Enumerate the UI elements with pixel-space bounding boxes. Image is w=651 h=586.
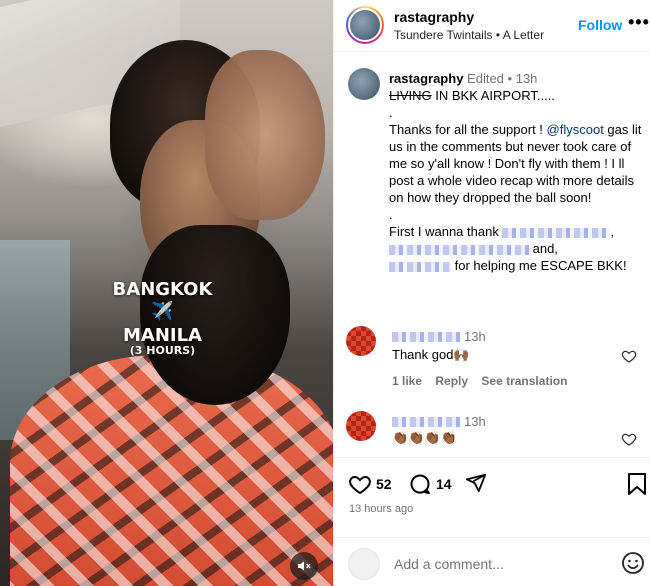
caption-thanks-start: First I wanna thank xyxy=(389,224,503,239)
comment-meta: 1 like Reply See translation xyxy=(392,374,577,388)
bookmark-icon xyxy=(628,473,646,495)
blurred-username[interactable] xyxy=(392,417,460,427)
reply-button[interactable]: Reply xyxy=(435,374,468,388)
reel-video[interactable]: BANGKOK ✈️ MANILA (3 HOURS) xyxy=(0,0,333,586)
comment-time: 13h xyxy=(464,414,486,429)
caption-para1-start: Thanks for all the support ! xyxy=(389,122,547,137)
share-button[interactable] xyxy=(465,472,487,494)
commenter-avatar[interactable] xyxy=(346,326,376,356)
caption-avatar[interactable] xyxy=(348,68,380,100)
blurred-username[interactable] xyxy=(392,332,460,342)
send-icon xyxy=(465,473,487,493)
comment-time: 13h xyxy=(464,329,486,344)
peace-sign-hand xyxy=(205,50,325,220)
caption-username[interactable]: rastagraphy xyxy=(389,71,463,86)
see-translation-link[interactable]: See translation xyxy=(481,374,567,388)
current-user-avatar xyxy=(348,548,380,580)
blurred-mention xyxy=(502,227,611,238)
caption-and: and, xyxy=(529,241,558,256)
mute-button[interactable] xyxy=(290,552,318,580)
author-username[interactable]: rastagraphy xyxy=(394,9,474,25)
follow-button[interactable]: Follow xyxy=(578,17,622,33)
caption-comma: , xyxy=(610,224,615,239)
struck-word: LIVING xyxy=(389,88,432,103)
speaker-muted-icon xyxy=(298,561,311,571)
overlay-duration: (3 HOURS) xyxy=(129,344,196,357)
add-comment-bar xyxy=(334,537,651,586)
likes-count: 52 xyxy=(376,476,392,492)
edited-label: Edited xyxy=(467,71,504,86)
overlay-origin: BANGKOK xyxy=(112,279,213,300)
post-timestamp[interactable]: 13 hours ago xyxy=(349,503,413,515)
caption-time: 13h xyxy=(515,71,538,86)
comment-button[interactable]: 14 xyxy=(408,472,452,496)
avatar xyxy=(348,8,382,42)
caption-dot: . xyxy=(389,207,393,222)
author-avatar-story-ring[interactable] xyxy=(346,6,384,44)
comment-text: Thank god🙌🏾 xyxy=(392,347,470,362)
more-options-icon[interactable]: ••• xyxy=(628,12,650,33)
comment-like-heart-icon[interactable] xyxy=(621,348,637,364)
audio-track[interactable]: Tsundere Twintails • A Letter xyxy=(394,28,544,42)
blurred-mention xyxy=(389,244,529,255)
person-shirt xyxy=(10,355,333,586)
comment-bubble-icon xyxy=(410,474,430,495)
caption-escape: for helping me ESCAPE BKK! xyxy=(451,258,627,273)
comment-like-heart-icon[interactable] xyxy=(621,431,637,447)
airplane-icon: ✈️ xyxy=(151,301,174,322)
commenter-avatar[interactable] xyxy=(346,411,376,441)
post-caption: rastagraphy Edited • 13h LIVING IN BKK A… xyxy=(389,71,642,273)
mention-link[interactable]: @flyscoot xyxy=(547,122,604,137)
save-button[interactable] xyxy=(627,472,647,496)
heart-icon xyxy=(349,475,371,495)
comment-text: 👏🏾👏🏾👏🏾👏🏾 xyxy=(392,430,457,445)
comment-likes[interactable]: 1 like xyxy=(392,374,422,388)
overlay-destination: MANILA xyxy=(122,325,202,346)
emoji-icon[interactable] xyxy=(621,551,645,575)
like-button[interactable]: 52 xyxy=(348,472,392,496)
post-detail-panel: rastagraphy Tsundere Twintails • A Lette… xyxy=(333,0,651,586)
caption-line1: IN BKK AIRPORT..... xyxy=(431,88,555,103)
caption-dot: . xyxy=(389,105,393,120)
comments-count: 14 xyxy=(436,476,452,492)
blurred-mention xyxy=(389,261,451,272)
post-header: rastagraphy Tsundere Twintails • A Lette… xyxy=(334,0,651,52)
comment-input[interactable] xyxy=(394,554,614,574)
